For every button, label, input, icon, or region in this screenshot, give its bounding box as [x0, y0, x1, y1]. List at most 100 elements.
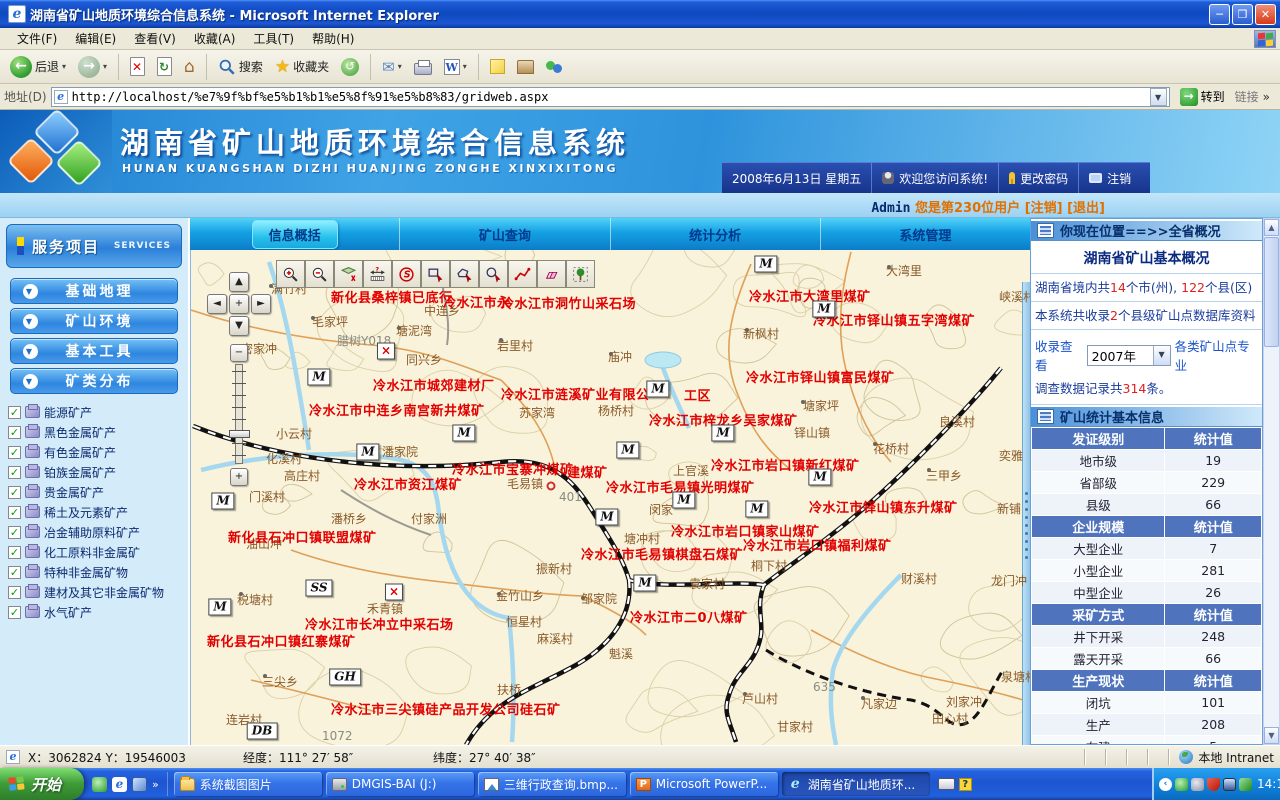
layer-checkbox[interactable]: ✓	[8, 466, 21, 479]
layer-checkbox[interactable]: ✓	[8, 446, 21, 459]
menu-item[interactable]: 收藏(A)	[185, 30, 245, 48]
tray-volume-icon[interactable]	[1191, 778, 1204, 791]
panel-scrollbar[interactable]: ▲ ▼	[1263, 218, 1280, 745]
pan-right-button[interactable]: ►	[251, 294, 271, 314]
menu-item[interactable]: 工具(T)	[244, 30, 303, 48]
layer-checkbox[interactable]: ✓	[8, 526, 21, 539]
map-tool-zoom-in[interactable]	[276, 260, 305, 288]
mine-point-marker[interactable]: M	[754, 256, 777, 273]
menu-item[interactable]: 文件(F)	[8, 30, 66, 48]
zoom-out-slider-button[interactable]: −	[230, 344, 248, 362]
scroll-thumb[interactable]	[1264, 237, 1279, 347]
mine-point-marker[interactable]: M	[208, 599, 231, 616]
tray-collapse-chevron-icon[interactable]: ‹	[1159, 778, 1172, 791]
tab-信息概括[interactable]: 信息概括	[190, 218, 400, 250]
layer-checkbox[interactable]: ✓	[8, 586, 21, 599]
logout-link[interactable]: 注销	[1079, 163, 1141, 193]
mine-point-marker[interactable]: M	[711, 425, 734, 442]
favorites-button[interactable]: ★收藏夹	[271, 55, 333, 79]
map-tool-eraser[interactable]	[537, 260, 566, 288]
address-dropdown-icon[interactable]: ▼	[1150, 88, 1167, 106]
mine-point-marker[interactable]: M	[595, 509, 618, 526]
map-canvas[interactable]: 满竹村毛家坪中连乡塘泥湾腊树Y018岩里村密家冲同兴乡庙冲苏家湾杨桥村新枫村大湾…	[190, 250, 1030, 745]
zoom-slider-track[interactable]	[235, 364, 243, 464]
mine-point-marker[interactable]: M	[646, 381, 669, 398]
back-button[interactable]: ←后退▾	[6, 54, 70, 80]
menu-item[interactable]: 编辑(E)	[66, 30, 125, 48]
quick-launch-ie-icon[interactable]: e	[112, 777, 127, 792]
pan-down-button[interactable]: ▼	[229, 316, 249, 336]
taskbar-task-drive[interactable]: DMGIS-BAI (J:)	[326, 772, 474, 796]
layer-checkbox[interactable]: ✓	[8, 406, 21, 419]
help-icon[interactable]: ?	[959, 778, 972, 791]
messenger-button[interactable]	[542, 57, 568, 77]
history-button[interactable]: ↺	[337, 56, 363, 78]
taskbar-task-image[interactable]: 三维行政查询.bmp...	[478, 772, 626, 796]
menu-item[interactable]: 帮助(H)	[303, 30, 363, 48]
mine-point-marker[interactable]: M	[307, 369, 330, 386]
mine-point-marker[interactable]: M	[452, 425, 475, 442]
sidebar-menu-基本工具[interactable]: ▼基本工具	[10, 338, 178, 364]
zoom-in-slider-button[interactable]: +	[230, 468, 248, 486]
research-button[interactable]	[513, 58, 538, 76]
home-button[interactable]: ⌂	[180, 55, 199, 79]
start-button[interactable]: 开始	[0, 768, 84, 800]
taskbar-task-ie[interactable]: e湖南省矿山地质环...	[782, 772, 930, 796]
search-button[interactable]: 搜索	[214, 56, 267, 78]
taskbar-task-folder[interactable]: 系统截图图片	[174, 772, 322, 796]
close-marker-icon[interactable]: ×	[385, 584, 403, 601]
mine-point-marker[interactable]: M	[633, 575, 656, 592]
layer-checkbox[interactable]: ✓	[8, 546, 21, 559]
pan-left-button[interactable]: ◄	[207, 294, 227, 314]
quick-launch-more-icon[interactable]: »	[152, 778, 159, 791]
tab-矿山查询[interactable]: 矿山查询	[400, 218, 610, 250]
exit-text-link[interactable]: [退出]	[1067, 201, 1105, 216]
year-select[interactable]: 2007年 ▼	[1087, 345, 1171, 366]
mine-point-marker[interactable]: GH	[329, 669, 361, 686]
tab-统计分析[interactable]: 统计分析	[611, 218, 821, 250]
stop-button[interactable]: ✕	[126, 55, 149, 78]
map-tool-measure[interactable]: ?	[363, 260, 392, 288]
logout-text-link[interactable]: [注销]	[1025, 201, 1063, 216]
layer-checkbox[interactable]: ✓	[8, 566, 21, 579]
tab-系统管理[interactable]: 系统管理	[821, 218, 1030, 250]
mine-point-marker[interactable]: M	[808, 469, 831, 486]
mine-point-marker[interactable]: DB	[247, 723, 278, 740]
mine-point-marker[interactable]: M	[745, 501, 768, 518]
layer-checkbox[interactable]: ✓	[8, 426, 21, 439]
circle-marker-icon[interactable]	[547, 482, 556, 491]
keyboard-icon[interactable]	[938, 778, 955, 790]
map-tool-layer-tree[interactable]	[566, 260, 595, 288]
minimize-button[interactable]: ─	[1209, 4, 1230, 25]
zoom-slider-handle[interactable]	[229, 430, 250, 438]
scroll-down-icon[interactable]: ▼	[1264, 727, 1279, 744]
quick-launch-desktop-icon[interactable]	[132, 777, 147, 792]
tray-security-shield-icon[interactable]	[1207, 778, 1220, 791]
maximize-button[interactable]: ❐	[1232, 4, 1253, 25]
mine-point-marker[interactable]: M	[356, 444, 379, 461]
layer-checkbox[interactable]: ✓	[8, 606, 21, 619]
sidebar-menu-矿山环境[interactable]: ▼矿山环境	[10, 308, 178, 334]
mail-button[interactable]: ✉▾	[378, 56, 406, 78]
year-select-arrow-icon[interactable]: ▼	[1153, 346, 1170, 365]
mine-point-marker[interactable]: M	[211, 493, 234, 510]
back-dropdown-icon[interactable]: ▾	[62, 62, 66, 71]
mine-point-marker[interactable]: M	[812, 301, 835, 318]
refresh-button[interactable]: ↻	[153, 55, 176, 78]
tray-display-icon[interactable]	[1223, 778, 1236, 791]
tray-activity-icon[interactable]	[1239, 778, 1252, 791]
map-tool-full-extent[interactable]	[334, 260, 363, 288]
mine-point-marker[interactable]: M	[672, 492, 695, 509]
print-button[interactable]	[410, 57, 436, 77]
map-tool-select-circle[interactable]	[479, 260, 508, 288]
go-button[interactable]: →转到	[1174, 87, 1231, 107]
forward-button[interactable]: →▾	[74, 54, 111, 80]
map-tool-select-rect[interactable]	[421, 260, 450, 288]
pan-center-button[interactable]: +	[229, 294, 249, 314]
close-marker-icon[interactable]: ×	[377, 343, 395, 360]
layer-checkbox[interactable]: ✓	[8, 506, 21, 519]
change-password-link[interactable]: 更改密码	[999, 163, 1079, 193]
edit-word-button[interactable]: W▾	[440, 57, 471, 77]
mine-point-marker[interactable]: M	[616, 442, 639, 459]
layer-checkbox[interactable]: ✓	[8, 486, 21, 499]
